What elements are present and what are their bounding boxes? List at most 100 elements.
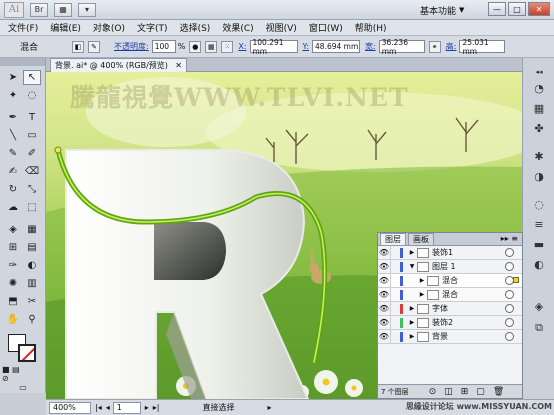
lock-toggle[interactable] — [390, 315, 400, 330]
magic-wand-tool-icon[interactable]: ✦ — [4, 88, 22, 103]
layer-name[interactable]: 背景 — [432, 331, 505, 342]
pencil-tool-icon[interactable]: ✐ — [23, 146, 41, 161]
next-artboard-icon[interactable]: ▸ — [145, 403, 149, 412]
layer-name[interactable]: 字体 — [432, 303, 505, 314]
eyedropper-tool-icon[interactable]: ✑ — [4, 258, 22, 273]
dock-expand-icon[interactable]: ◂◂ — [530, 64, 548, 80]
artboard-select[interactable]: 1 — [112, 401, 141, 414]
free-transform-tool-icon[interactable]: ⬚ — [23, 200, 41, 215]
zoom-select[interactable]: 400% — [49, 401, 91, 414]
layer-name[interactable]: 混合 — [442, 289, 505, 300]
menu-select[interactable]: 选择(S) — [180, 21, 211, 34]
expand-triangle-icon[interactable]: ▶ — [417, 291, 427, 298]
stroke-panel-icon[interactable]: ≡ — [530, 216, 548, 232]
reference-point-icon[interactable]: ⁙ — [221, 40, 234, 53]
symbol-sprayer-tool-icon[interactable]: ✺ — [4, 276, 22, 291]
prev-artboard-icon[interactable]: ◂ — [106, 403, 110, 412]
expand-triangle-icon[interactable]: ▶ — [417, 277, 427, 284]
graphic-styles-icon[interactable]: ◑ — [530, 168, 548, 184]
target-circle-icon[interactable] — [505, 304, 514, 313]
status-menu-icon[interactable]: ▸ — [267, 403, 271, 412]
layer-name[interactable]: 混合 — [442, 275, 505, 286]
visibility-eye-icon[interactable]: 👁 — [378, 332, 390, 341]
align-icon[interactable]: ▦ — [205, 40, 218, 53]
rectangle-tool-icon[interactable]: ▭ — [23, 128, 41, 143]
menu-help[interactable]: 帮助(H) — [355, 21, 387, 34]
slice-tool-icon[interactable]: ✂ — [23, 294, 41, 309]
gradient-tool-icon[interactable]: ▤ — [23, 240, 41, 255]
y-input[interactable]: 48.694 mm — [312, 40, 361, 53]
lock-toggle[interactable] — [390, 259, 400, 274]
blob-brush-tool-icon[interactable]: ✍ — [4, 164, 22, 179]
selection-tool-icon[interactable]: ➤ — [4, 70, 22, 85]
layer-row[interactable]: 👁 ▶ 混合 — [378, 273, 522, 288]
graph-tool-icon[interactable]: ▥ — [23, 276, 41, 291]
type-tool-icon[interactable]: T — [23, 110, 41, 125]
height-input[interactable]: 25.031 mm — [459, 38, 506, 56]
direct-selection-tool-icon[interactable]: ↖ — [23, 70, 41, 85]
opacity-input[interactable]: 100 — [151, 40, 176, 53]
rotate-tool-icon[interactable]: ↻ — [4, 182, 22, 197]
lock-toggle[interactable] — [390, 273, 400, 288]
warp-tool-icon[interactable]: ☁ — [4, 200, 22, 215]
width-input[interactable]: 36.236 mm — [378, 38, 425, 56]
expand-triangle-icon[interactable]: ▶ — [407, 333, 417, 340]
lasso-tool-icon[interactable]: ◌ — [23, 88, 41, 103]
lock-toggle[interactable] — [390, 301, 400, 316]
new-sublayer-icon[interactable]: ⊞ — [461, 387, 469, 397]
expand-triangle-icon[interactable]: ▶ — [407, 319, 417, 326]
locate-object-icon[interactable]: ⊙ — [429, 387, 437, 397]
paintbrush-tool-icon[interactable]: ✎ — [4, 146, 22, 161]
layer-row[interactable]: 👁 ▶ 背景 — [378, 329, 522, 344]
menu-type[interactable]: 文字(T) — [137, 21, 168, 34]
visibility-eye-icon[interactable]: 👁 — [378, 262, 390, 271]
tools-panel-header[interactable] — [0, 58, 45, 66]
minimize-button[interactable]: — — [488, 2, 506, 16]
visibility-eye-icon[interactable]: 👁 — [378, 318, 390, 327]
link-icon[interactable]: ⚭ — [428, 40, 441, 53]
line-tool-icon[interactable]: ╲ — [4, 128, 22, 143]
visibility-eye-icon[interactable]: 👁 — [378, 248, 390, 257]
target-circle-icon[interactable] — [505, 332, 514, 341]
symbols-panel-icon[interactable]: ✱ — [530, 148, 548, 164]
lock-toggle[interactable] — [390, 287, 400, 302]
bridge-icon[interactable]: Br — [30, 2, 48, 17]
appearance-panel-icon[interactable]: ◌ — [530, 196, 548, 212]
layer-row[interactable]: 👁 ▶ 装饰2 — [378, 315, 522, 330]
close-button[interactable]: ✕ — [528, 2, 550, 16]
menu-file[interactable]: 文件(F) — [8, 21, 38, 34]
target-circle-icon[interactable] — [505, 248, 514, 257]
menu-view[interactable]: 视图(V) — [266, 21, 297, 34]
perspective-grid-tool-icon[interactable]: ▦ — [23, 222, 41, 237]
visibility-eye-icon[interactable]: 👁 — [378, 276, 390, 285]
color-mode-icon[interactable]: ■ ▤ ⊘ — [2, 365, 20, 383]
first-artboard-icon[interactable]: |◂ — [95, 403, 102, 412]
close-icon[interactable]: ✕ — [175, 61, 182, 70]
lock-toggle[interactable] — [390, 245, 400, 260]
tab-layers[interactable]: 图层 — [380, 233, 406, 245]
layer-row[interactable]: 👁 ▶ 字体 — [378, 301, 522, 316]
mesh-tool-icon[interactable]: ⊞ — [4, 240, 22, 255]
layer-name[interactable]: 装饰2 — [432, 317, 505, 328]
color-panel-icon[interactable]: ◔ — [530, 80, 548, 96]
artboards-panel-icon[interactable]: ⧉ — [530, 320, 548, 336]
menu-edit[interactable]: 编辑(E) — [50, 21, 81, 34]
layers-panel-icon[interactable]: ◈ — [530, 298, 548, 314]
menu-object[interactable]: 对象(O) — [93, 21, 125, 34]
target-circle-icon[interactable] — [505, 318, 514, 327]
shape-builder-tool-icon[interactable]: ◈ — [4, 222, 22, 237]
pen-tool-icon[interactable]: ✒ — [4, 110, 22, 125]
stroke-swatch[interactable]: ◧ — [72, 40, 84, 53]
arrange-icon[interactable]: ▦ — [54, 2, 72, 17]
style-icon[interactable]: ● — [189, 40, 202, 53]
tab-artboards[interactable]: 画板 — [408, 233, 434, 245]
opacity-link[interactable]: 不透明度: — [114, 41, 149, 52]
zoom-tool-icon[interactable]: ⚲ — [23, 312, 41, 327]
transparency-panel-icon[interactable]: ◐ — [530, 256, 548, 272]
layer-row[interactable]: 👁 ▶ 混合 — [378, 287, 522, 302]
layer-name[interactable]: 装饰1 — [432, 247, 505, 258]
screen-mode-icon[interactable]: ▭ — [14, 380, 32, 395]
workspace-switcher[interactable]: 基本功能 ▼ — [420, 3, 474, 17]
menu-effect[interactable]: 效果(C) — [222, 21, 253, 34]
new-layer-icon[interactable]: ▢ — [476, 387, 485, 397]
